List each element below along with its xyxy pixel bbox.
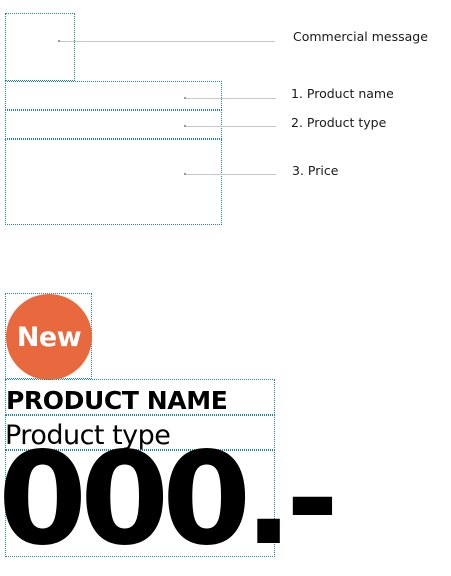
callout-line-commercial [60,41,275,42]
commercial-message-zone [5,13,75,81]
new-badge-text: New [16,321,82,353]
callout-label-product-type: 2. Product type [291,115,387,130]
example-product-name: PRODUCT NAME [6,386,228,415]
new-badge: New [6,294,92,380]
product-name-zone [5,81,222,110]
callout-label-commercial-message: Commercial message [293,29,428,44]
callout-line-product-name [186,98,276,99]
price-zone [5,139,222,225]
callout-line-price [186,174,276,175]
example-price: 000.- [0,425,339,574]
callout-label-product-name: 1. Product name [291,86,394,101]
callout-line-product-type [186,126,276,127]
callout-label-price: 3. Price [292,163,339,178]
product-type-zone [5,110,222,139]
